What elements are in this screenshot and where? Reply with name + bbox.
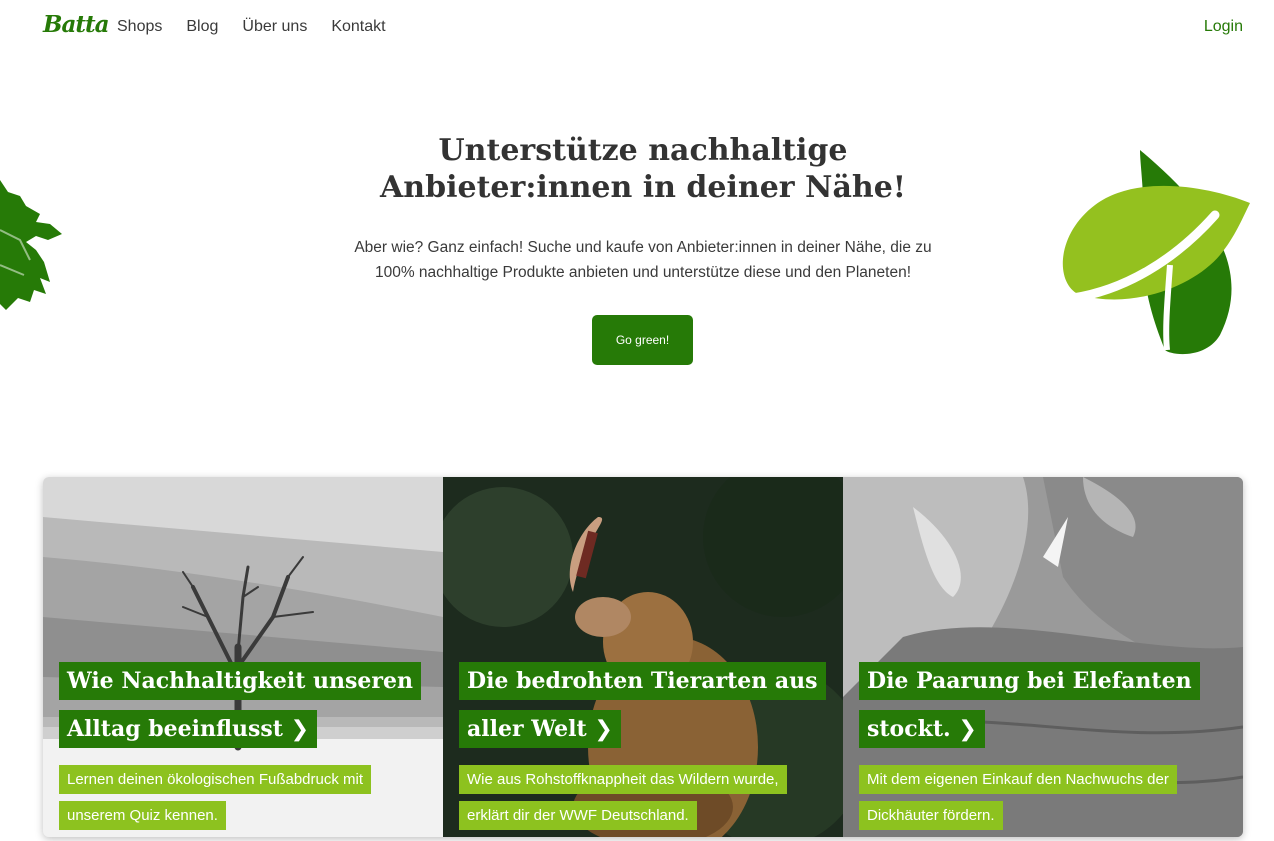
hero-description: Aber wie? Ganz einfach! Suche und kaufe … — [337, 235, 949, 285]
top-navbar: Batta Shops Blog Über uns Kontakt Login — [0, 0, 1274, 56]
leaf-left-icon — [0, 180, 62, 310]
hero-description-line-1: Aber wie? Ganz einfach! Suche und kaufe … — [354, 239, 932, 256]
article-card-elephants[interactable]: Die Paarung bei Elefanten stockt. ❯ Mit … — [843, 477, 1243, 837]
nav-link-blog[interactable]: Blog — [186, 18, 218, 36]
article-card-sustainability[interactable]: Wie Nachhaltigkeit unseren Alltag beeinf… — [43, 477, 443, 837]
login-link[interactable]: Login — [1204, 18, 1243, 36]
hero-description-line-2: 100% nachhaltige Produkte anbieten und u… — [374, 264, 911, 281]
card-content: Die Paarung bei Elefanten stockt. ❯ Mit … — [859, 657, 1219, 834]
card-headline: Die Paarung bei Elefanten stockt. ❯ — [859, 662, 1200, 748]
card-content: Wie Nachhaltigkeit unseren Alltag beeinf… — [59, 657, 421, 834]
card-subtext: Mit dem eigenen Einkauf den Nachwuchs de… — [859, 765, 1177, 830]
nav-link-shops[interactable]: Shops — [117, 18, 162, 36]
article-card-endangered-species[interactable]: Die bedrohten Tierarten aus aller Welt ❯… — [443, 477, 843, 837]
nav-links: Shops Blog Über uns Kontakt — [117, 18, 386, 36]
card-headline: Die bedrohten Tierarten aus aller Welt ❯ — [459, 662, 826, 748]
brand-logo[interactable]: Batta — [43, 11, 109, 38]
card-subtext: Wie aus Rohstoffknappheit das Wildern wu… — [459, 765, 787, 830]
hero-title: Unterstütze nachhaltige Anbieter:innen i… — [337, 132, 949, 206]
card-headline-text: Die bedrohten Tierarten aus aller Welt — [467, 668, 818, 742]
go-green-button[interactable]: Go green! — [592, 315, 693, 365]
nav-link-about[interactable]: Über uns — [242, 18, 307, 36]
chevron-right-icon: ❯ — [594, 717, 613, 742]
card-content: Die bedrohten Tierarten aus aller Welt ❯… — [459, 657, 826, 834]
nav-link-contact[interactable]: Kontakt — [331, 18, 385, 36]
card-subtext: Lernen deinen ökologischen Fußabdruck mi… — [59, 765, 372, 830]
leaves-right-icon — [1062, 150, 1250, 355]
chevron-right-icon: ❯ — [958, 717, 977, 742]
hero-title-line-1: Unterstütze nachhaltige — [438, 133, 848, 168]
card-headline-text: Die Paarung bei Elefanten stockt. — [867, 668, 1192, 742]
card-headline: Wie Nachhaltigkeit unseren Alltag beeinf… — [59, 662, 421, 748]
article-cards: Wie Nachhaltigkeit unseren Alltag beeinf… — [43, 477, 1243, 837]
chevron-right-icon: ❯ — [290, 717, 310, 742]
hero-title-line-2: Anbieter:innen in deiner Nähe! — [380, 170, 906, 205]
card-headline-text: Wie Nachhaltigkeit unseren Alltag beeinf… — [67, 668, 413, 742]
